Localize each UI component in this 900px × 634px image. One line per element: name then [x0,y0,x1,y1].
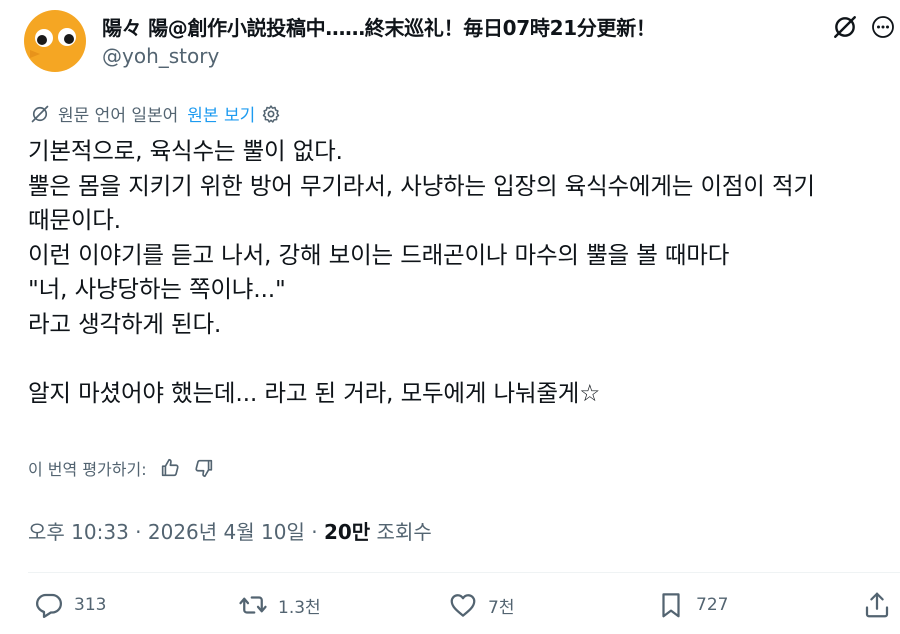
meta-separator: · [135,520,142,544]
bookmark-count: 727 [696,595,729,615]
rate-down-button[interactable] [193,457,215,479]
thumbs-up-icon [161,458,179,477]
post-line: 기본적으로, 육식수는 뿔이 없다. [28,137,343,165]
post-time[interactable]: 오후 10:33 [28,520,129,544]
divider [28,572,900,573]
post-line: 때문이다. [28,206,121,234]
repost-button[interactable]: 1.3천 [238,590,321,620]
action-bar: 313 1.3천 7천 727 [0,590,900,630]
thumbs-down-icon [195,459,212,478]
post-line [28,341,815,376]
grok-icon [834,16,856,38]
views-count[interactable]: 20만 [324,520,370,544]
reply-icon [36,593,62,618]
gear-icon [263,104,280,123]
translate-icon [31,105,49,122]
like-count: 7천 [488,597,515,618]
post-line: 알지 마셨어야 했는데... 라고 된 거라, 모두에게 나눠줄게☆ [28,378,601,407]
author-display-name[interactable]: 陽々 陽@創作小説投稿中……終末巡礼！毎日07時21分更新！ [102,12,656,41]
more-options-button[interactable] [868,12,898,42]
rate-translation: 이 번역 평가하기: [28,456,215,480]
post-date[interactable]: 2026년 4월 10일 [148,520,305,544]
bookmark-icon [662,593,680,618]
rate-up-button[interactable] [159,457,181,479]
post-line: 이런 이야기를 듣고 나서, 강해 보이는 드래곤이나 마수의 뿔을 볼 때마다 [28,240,730,269]
post-meta: 오후 10:33 · 2026년 4월 10일 · 20만 조회수 [28,516,432,545]
avatar[interactable] [24,10,86,72]
orange-bird-avatar-icon [24,10,86,72]
meta-separator: · [311,520,318,544]
share-icon [865,592,889,618]
more-icon [872,16,894,38]
heart-icon [450,594,476,617]
like-button[interactable]: 7천 [448,590,514,620]
translation-bar: 원문 언어 일본어 원본 보기 [30,101,281,126]
post-line: 뿔은 몸을 지키기 위한 방어 무기라서, 사냥하는 입장의 육식수에게는 이점… [28,171,815,200]
rate-translation-label: 이 번역 평가하기: [28,460,147,479]
post-line: "너, 사냥당하는 쪽이냐..." [28,275,286,303]
reply-count: 313 [74,595,107,615]
translation-note: 원문 언어 일본어 [58,106,179,126]
translation-settings-button[interactable] [261,104,281,124]
author-handle[interactable]: @yoh_story [102,44,219,68]
repost-icon [239,596,267,614]
grok-button[interactable] [830,12,860,42]
post-line: 라고 생각하게 된다. [28,309,222,338]
reply-button[interactable]: 313 [34,590,106,620]
repost-count: 1.3천 [278,597,321,618]
bookmark-button[interactable]: 727 [656,590,728,620]
share-button[interactable] [862,590,892,620]
post-text: 기본적으로, 육식수는 뿔이 없다. 뿔은 몸을 지키기 위한 방어 무기라서,… [28,134,815,410]
views-label: 조회수 [376,520,432,544]
show-original-link[interactable]: 원본 보기 [187,101,255,126]
